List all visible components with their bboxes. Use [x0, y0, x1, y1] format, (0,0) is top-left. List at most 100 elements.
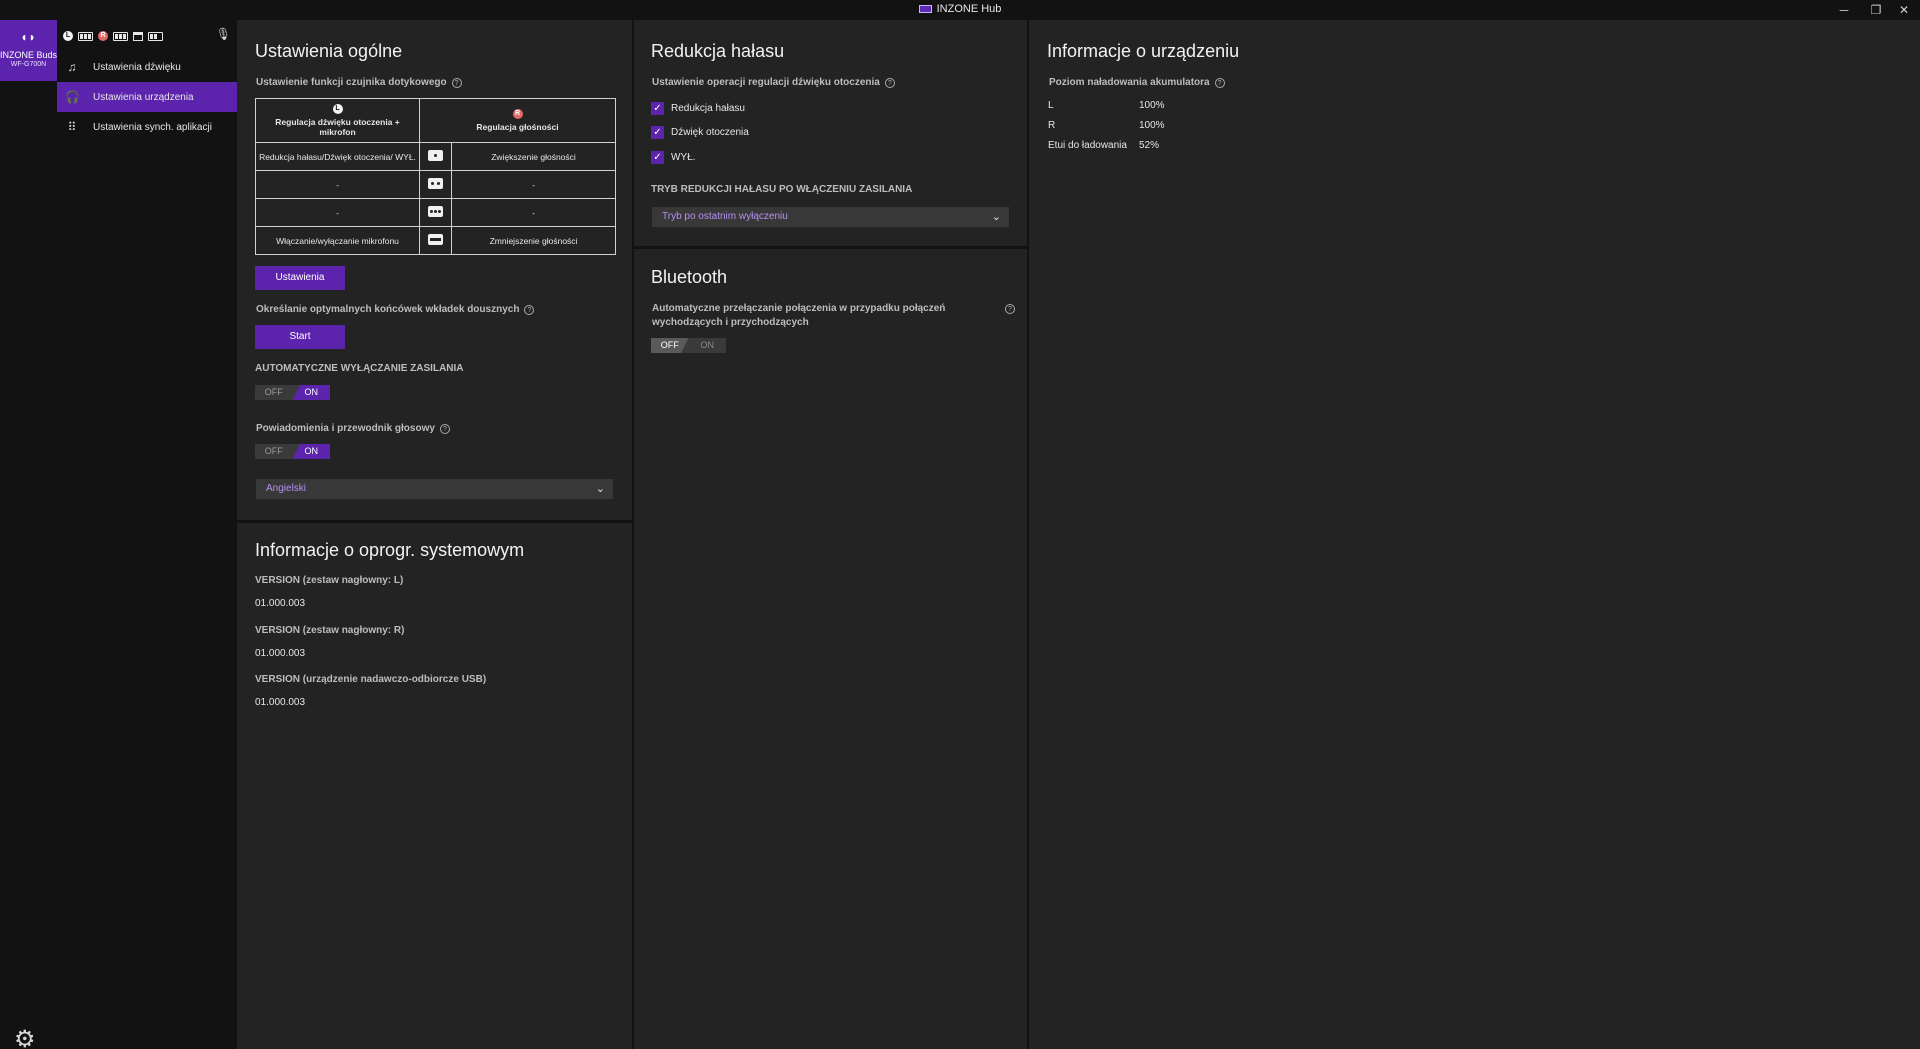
table-row: - - — [255, 198, 617, 227]
toggle-on[interactable]: ON — [689, 338, 727, 353]
close-button[interactable]: ✕ — [1884, 0, 1920, 20]
right-function-cell: - — [450, 198, 617, 227]
battery-r-name: R — [1048, 120, 1056, 131]
case-icon — [133, 31, 143, 41]
inzone-logo-icon — [918, 5, 932, 13]
tap-icon-cell — [419, 170, 452, 199]
sidebar-item-device[interactable]: 🎧 Ustawienia urządzenia — [57, 82, 237, 112]
bluetooth-panel — [634, 249, 1027, 1049]
battery-label: Poziom naładowania akumulatora? — [1049, 77, 1225, 88]
left-earbud-icon: L — [63, 31, 73, 41]
notifications-toggle[interactable]: OFF ON — [255, 444, 330, 459]
left-function-cell: Włączanie/wyłączanie mikrofonu — [255, 226, 420, 255]
case-battery-icon — [148, 31, 163, 41]
toggle-off[interactable]: OFF — [255, 385, 293, 400]
firmware-usb-value: 01.000.003 — [255, 697, 306, 708]
left-function-cell: - — [255, 198, 420, 227]
app-title: INZONE Hub — [0, 3, 1920, 15]
toggle-on[interactable]: ON — [292, 444, 330, 459]
language-value: Angielski — [266, 483, 307, 494]
triple-tap-icon — [428, 206, 443, 217]
power-on-mode-label: TRYB REDUKCJI HAŁASU PO WŁĄCZENIU ZASILA… — [651, 184, 913, 195]
help-icon[interactable]: ? — [439, 424, 450, 434]
battery-l-name: L — [1048, 100, 1054, 111]
sidebar-item-label: Ustawienia dźwięku — [93, 61, 181, 73]
checkbox-label: Dźwięk otoczenia — [671, 127, 749, 138]
sidebar-item-app-sync[interactable]: ⠿ Ustawienia synch. aplikacji — [57, 112, 237, 142]
microphone-icon: 🎙 — [215, 27, 231, 41]
left-function-cell: Redukcja hałasu/Dźwięk otoczenia/ WYŁ. — [255, 142, 420, 171]
help-icon[interactable]: ? — [451, 78, 462, 88]
touch-function-table: L Regulacja dźwięku otoczenia + mikrofon… — [255, 98, 617, 255]
right-earbud-icon: R — [98, 31, 108, 41]
battery-label-text: Poziom naładowania akumulatora — [1049, 77, 1210, 88]
firmware-l-value: 01.000.003 — [255, 598, 306, 609]
single-tap-icon — [428, 150, 443, 161]
table-row: Redukcja hałasu/Dźwięk otoczenia/ WYŁ. Z… — [255, 142, 617, 171]
table-row: - - — [255, 170, 617, 199]
battery-r-value: 100% — [1139, 120, 1165, 131]
checkbox-label: WYŁ. — [671, 152, 696, 163]
chevron-down-icon: ⌄ — [991, 211, 1001, 223]
help-icon[interactable]: ? — [1214, 78, 1225, 88]
sidebar-nav: L R 🎙 ♫ Ustawienia dźwięku 🎧 Ustawienia … — [57, 20, 237, 1049]
headphones-icon: 🎧 — [65, 90, 80, 104]
hold-icon — [428, 234, 443, 245]
auto-power-off-label: AUTOMATYCZNE WYŁĄCZANIE ZASILANIA — [255, 363, 464, 374]
auto-switch-label: Automatyczne przełączanie połączenia w p… — [652, 303, 946, 328]
earbud-tips-label: Określanie optymalnych końcówek wkładek … — [256, 304, 535, 315]
check-icon: ✓ — [651, 102, 664, 115]
music-note-icon: ♫ — [67, 60, 77, 74]
device-status: L R — [63, 29, 163, 43]
toggle-off[interactable]: OFF — [255, 444, 293, 459]
earbud-tips-label-text: Określanie optymalnych końcówek wkładek … — [256, 304, 520, 315]
touch-sensor-label-text: Ustawienie funkcji czujnika dotykowego — [256, 77, 447, 88]
left-function-cell: - — [255, 170, 420, 199]
start-button[interactable]: Start — [255, 325, 345, 349]
device-strip: ◖◗ INZONE Buds WF-G700N ⚙ — [0, 20, 57, 1049]
noise-title: Redukcja hałasu — [651, 41, 785, 61]
table-row: Włączanie/wyłączanie mikrofonu Zmniejsze… — [255, 226, 617, 255]
gear-icon[interactable]: ⚙ — [14, 1025, 36, 1049]
tap-icon-cell — [419, 198, 452, 227]
toggle-on[interactable]: ON — [292, 385, 330, 400]
off-checkbox[interactable]: ✓ WYŁ. — [651, 151, 695, 164]
right-header-cell: R Regulacja głośności — [418, 98, 617, 143]
settings-button[interactable]: Ustawienia — [255, 266, 345, 290]
left-side-icon: L — [332, 104, 343, 114]
sidebar-item-label: Ustawienia urządzenia — [93, 91, 194, 103]
battery-case-name: Etui do ładowania — [1048, 140, 1127, 151]
double-tap-icon — [428, 178, 443, 189]
right-function-cell: Zwiększenie głośności — [450, 142, 617, 171]
check-icon: ✓ — [651, 151, 664, 164]
power-on-mode-select[interactable]: Tryb po ostatnim wyłączeniu ⌄ — [652, 207, 1009, 227]
right-side-icon: R — [512, 109, 523, 119]
power-on-mode-value: Tryb po ostatnim wyłączeniu — [662, 211, 788, 222]
device-model: WF-G700N — [10, 61, 47, 68]
sidebar-item-sound[interactable]: ♫ Ustawienia dźwięku — [57, 52, 237, 82]
notifications-label-text: Powiadomienia i przewodnik głosowy — [256, 423, 435, 434]
help-icon[interactable]: ? — [524, 305, 535, 315]
right-header-text: Regulacja głośności — [476, 122, 559, 132]
noise-cancelling-checkbox[interactable]: ✓ Redukcja hałasu — [651, 102, 745, 115]
check-icon: ✓ — [651, 126, 664, 139]
help-icon[interactable]: ? — [884, 78, 895, 88]
touch-sensor-label: Ustawienie funkcji czujnika dotykowego? — [256, 77, 462, 88]
general-settings-title: Ustawienia ogólne — [255, 41, 403, 61]
help-icon[interactable]: ? — [1005, 304, 1015, 314]
checkbox-label: Redukcja hałasu — [671, 103, 745, 114]
ambient-op-label-text: Ustawienie operacji regulacji dźwięku ot… — [652, 77, 880, 88]
right-function-cell: - — [450, 170, 617, 199]
firmware-usb-label: VERSION (urządzenie nadawczo-odbiorcze U… — [255, 674, 487, 685]
toggle-off[interactable]: OFF — [651, 338, 689, 353]
device-tile[interactable]: ◖◗ INZONE Buds WF-G700N — [0, 20, 57, 81]
ambient-sound-checkbox[interactable]: ✓ Dźwięk otoczenia — [651, 126, 749, 139]
language-select[interactable]: Angielski ⌄ — [256, 479, 613, 499]
firmware-r-label: VERSION (zestaw nagłowny: R) — [255, 625, 405, 636]
auto-switch-toggle[interactable]: OFF ON — [651, 338, 726, 353]
grid-icon: ⠿ — [67, 120, 77, 134]
title-bar: INZONE Hub ─ ❐ ✕ — [0, 0, 1920, 20]
earbuds-icon: ◖◗ — [20, 30, 37, 44]
right-battery-icon — [113, 31, 128, 41]
auto-power-off-toggle[interactable]: OFF ON — [255, 385, 330, 400]
